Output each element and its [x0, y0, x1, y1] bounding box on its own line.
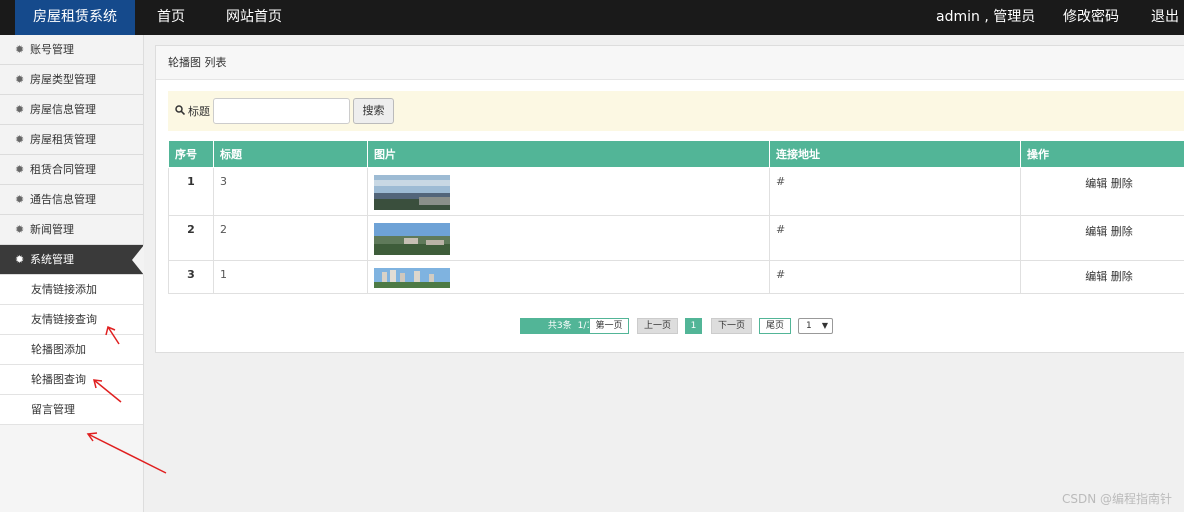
page-select[interactable]: 1 ▼ [798, 318, 833, 334]
gear-icon: ✹ [15, 193, 25, 206]
row-title: 1 [213, 260, 368, 294]
edit-link[interactable]: 编辑 [1085, 225, 1107, 238]
gear-icon: ✹ [15, 103, 25, 116]
sidebar-item-notice[interactable]: ✹ 通告信息管理 [0, 185, 143, 215]
sidebar-item-label: 租赁合同管理 [30, 163, 96, 176]
delete-link[interactable]: 删除 [1111, 225, 1133, 238]
submenu-friend-link-add[interactable]: 友情链接添加 [0, 275, 143, 305]
prev-page-button[interactable]: 上一页 [637, 318, 678, 334]
panel-title: 轮播图 列表 [156, 46, 1184, 80]
gear-icon: ✹ [15, 223, 25, 236]
column-header: 图片 [367, 140, 770, 168]
row-index: 2 [168, 215, 214, 261]
row-link: # [769, 215, 1021, 261]
nav-home-link[interactable]: 首页 [157, 0, 185, 35]
submenu-carousel-add[interactable]: 轮播图添加 [0, 335, 143, 365]
top-bar: 房屋租赁系统 首页 网站首页 admin , 管理员 修改密码 退出 [0, 0, 1184, 35]
carousel-thumbnail [374, 268, 450, 288]
sidebar-item-label: 房屋租赁管理 [30, 133, 96, 146]
next-page-button[interactable]: 下一页 [711, 318, 752, 334]
row-title: 2 [213, 215, 368, 261]
column-header: 标题 [213, 140, 368, 168]
edit-link[interactable]: 编辑 [1085, 177, 1107, 190]
row-actions: 编辑 删除 [1020, 167, 1184, 216]
watermark: CSDN @编程指南针 [1061, 492, 1172, 506]
sidebar-item-account[interactable]: ✹ 账号管理 [0, 35, 143, 65]
table-row: 3 1 # 编辑 删除 [168, 260, 1184, 294]
row-index: 1 [168, 167, 214, 216]
search-input[interactable] [213, 98, 350, 124]
table-header-row: 序号 标题 图片 连接地址 操作 [168, 140, 1184, 168]
table-row: 2 2 # 编辑 删除 [168, 215, 1184, 261]
total-count: 共3条 [547, 321, 572, 331]
search-label: 标题 [188, 105, 210, 118]
row-actions: 编辑 删除 [1020, 215, 1184, 261]
row-actions: 编辑 删除 [1020, 260, 1184, 294]
nav-website-home-link[interactable]: 网站首页 [226, 0, 282, 35]
delete-link[interactable]: 删除 [1111, 177, 1133, 190]
current-user-label: admin , 管理员 [936, 9, 1036, 25]
current-page-button[interactable]: 1 [685, 318, 702, 334]
row-index: 3 [168, 260, 214, 294]
gear-icon: ✹ [15, 253, 25, 266]
delete-link[interactable]: 删除 [1111, 270, 1133, 283]
carousel-thumbnail [374, 175, 450, 210]
column-header: 操作 [1020, 140, 1184, 168]
last-page-button[interactable]: 尾页 [759, 318, 791, 334]
submenu-carousel-query[interactable]: 轮播图查询 [0, 365, 143, 395]
sidebar-item-house-type[interactable]: ✹ 房屋类型管理 [0, 65, 143, 95]
row-image [367, 167, 770, 216]
sidebar-item-news[interactable]: ✹ 新闻管理 [0, 215, 143, 245]
sidebar-item-label: 房屋信息管理 [30, 103, 96, 116]
row-title: 3 [213, 167, 368, 216]
submenu-message[interactable]: 留言管理 [0, 395, 143, 425]
column-header: 连接地址 [769, 140, 1021, 168]
edit-link[interactable]: 编辑 [1085, 270, 1107, 283]
sidebar-item-label: 房屋类型管理 [30, 73, 96, 86]
sidebar: ✹ 账号管理 ✹ 房屋类型管理 ✹ 房屋信息管理 ✹ 房屋租赁管理 ✹ 租赁合同管理 ✹ 通… [0, 35, 144, 512]
row-link: # [769, 167, 1021, 216]
change-password-link[interactable]: 修改密码 [1063, 0, 1119, 35]
search-button[interactable]: 搜索 [353, 98, 394, 124]
first-page-button[interactable]: 第一页 [589, 318, 629, 334]
row-image [367, 215, 770, 261]
gear-icon: ✹ [15, 133, 25, 146]
gear-icon: ✹ [15, 73, 25, 86]
main-panel: 轮播图 列表 标题 搜索 序号 标题 图片 连接地址 操作 1 3 # 编辑 删… [155, 45, 1184, 353]
column-header: 序号 [168, 140, 214, 168]
sidebar-item-label: 新闻管理 [30, 223, 74, 236]
search-icon [175, 105, 185, 115]
sidebar-item-label: 系统管理 [30, 253, 74, 266]
sidebar-item-lease-contract[interactable]: ✹ 租赁合同管理 [0, 155, 143, 185]
submenu-friend-link-query[interactable]: 友情链接查询 [0, 305, 143, 335]
carousel-thumbnail [374, 223, 450, 255]
sidebar-item-house-info[interactable]: ✹ 房屋信息管理 [0, 95, 143, 125]
row-link: # [769, 260, 1021, 294]
gear-icon: ✹ [15, 163, 25, 176]
app-brand[interactable]: 房屋租赁系统 [15, 0, 135, 35]
row-image [367, 260, 770, 294]
chevron-down-icon: ▼ [821, 321, 828, 330]
sidebar-item-label: 账号管理 [30, 43, 74, 56]
sidebar-item-label: 通告信息管理 [30, 193, 96, 206]
carousel-table: 序号 标题 图片 连接地址 操作 1 3 # 编辑 删除 2 2 # 编辑 删除… [168, 140, 1184, 294]
search-bar: 标题 搜索 [168, 91, 1184, 131]
gear-icon: ✹ [15, 43, 25, 56]
logout-link[interactable]: 退出 [1151, 0, 1179, 35]
sidebar-item-system[interactable]: ✹ 系统管理 [0, 245, 144, 275]
sidebar-item-house-rental[interactable]: ✹ 房屋租赁管理 [0, 125, 143, 155]
page-select-value: 1 [806, 321, 812, 331]
table-row: 1 3 # 编辑 删除 [168, 167, 1184, 216]
